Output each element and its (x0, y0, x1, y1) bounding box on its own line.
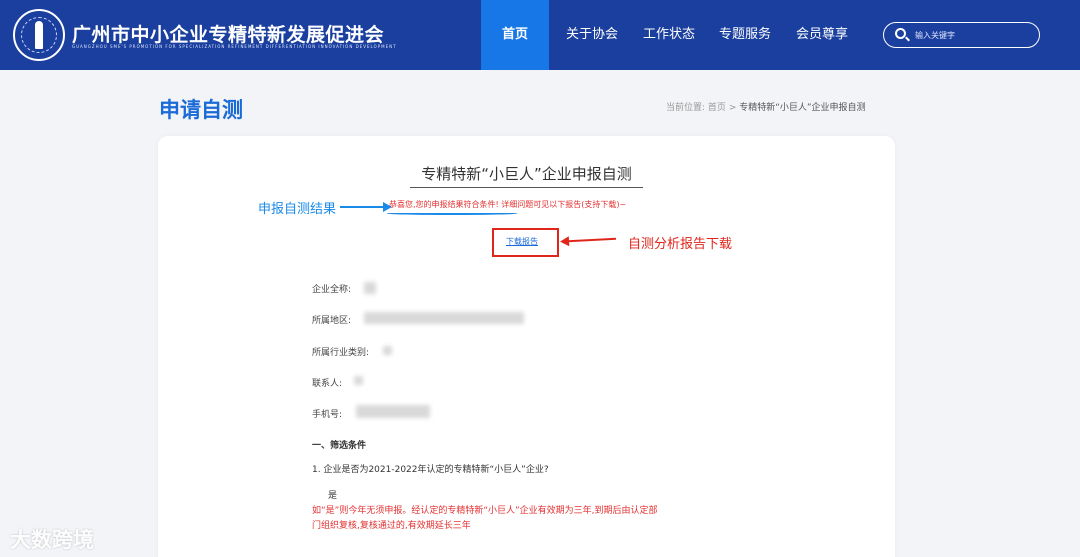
watermark-logo: 大数跨境 (10, 528, 94, 552)
nav-work-status[interactable]: 工作状态 (632, 0, 706, 70)
nav-special-services[interactable]: 专题服务 (708, 0, 782, 70)
redacted-phone (356, 405, 430, 418)
highlight-underline (387, 212, 517, 215)
redacted-region (364, 312, 524, 324)
breadcrumb-separator: > (728, 103, 737, 113)
redacted-industry (383, 346, 392, 355)
breadcrumb-home[interactable]: 首页 (708, 103, 726, 113)
nav-about[interactable]: 关于协会 (555, 0, 629, 70)
search-input[interactable]: 输入关键字 (915, 30, 955, 41)
note-line-2: 门组织复核,复核通过的,有效期延长三年 (312, 521, 471, 531)
nav-member-benefits[interactable]: 会员尊享 (785, 0, 859, 70)
report-title: 专精特新“小巨人”企业申报自测 (410, 163, 643, 188)
arrow-right-icon (340, 202, 392, 212)
annotation-self-test-result: 申报自测结果 (258, 202, 337, 217)
redacted-contact (354, 376, 363, 385)
breadcrumb-current: 专精特新“小巨人”企业申报自测 (739, 103, 866, 113)
nav-home[interactable]: 首页 (481, 0, 549, 70)
site-title[interactable]: 广州市中小企业专精特新发展促进会 (72, 20, 384, 47)
page-title: 申请自测 (159, 98, 243, 122)
field-company-name-label: 企业全称: (312, 285, 352, 295)
search-box[interactable]: 输入关键字 (883, 22, 1040, 48)
redacted-company-name (364, 282, 376, 294)
download-report-link[interactable]: 下载报告 (506, 236, 538, 247)
association-logo-icon[interactable] (13, 9, 65, 61)
breadcrumb: 当前位置: 首页 > 专精特新“小巨人”企业申报自测 (666, 100, 866, 113)
note-line-1: 如“是”则今年无须申报。经认定的专精特新“小巨人”企业有效期为三年,到期后由认定… (312, 506, 658, 516)
answer-1: 是 (328, 491, 338, 501)
site-header: 广州市中小企业专精特新发展促进会 GUANGZHOU SME'S PROMOTI… (0, 0, 1080, 70)
field-phone-label: 手机号: (312, 410, 343, 420)
field-industry-label: 所属行业类别: (312, 348, 370, 358)
breadcrumb-prefix: 当前位置: (666, 103, 706, 113)
field-contact-label: 联系人: (312, 379, 343, 389)
question-1: 1. 企业是否为2021-2022年认定的专精特新“小巨人”企业? (312, 465, 549, 475)
section-heading: 一、筛选条件 (312, 441, 367, 451)
result-message: 恭喜您,您的申报结果符合条件! 详细问题可见以下报告(支持下载)~ (389, 200, 627, 209)
site-subtitle: GUANGZHOU SME'S PROMOTION FOR SPECIALIZA… (72, 44, 397, 49)
search-icon[interactable] (895, 28, 906, 39)
annotation-report-download: 自测分析报告下载 (628, 237, 733, 252)
field-region-label: 所属地区: (312, 316, 352, 326)
